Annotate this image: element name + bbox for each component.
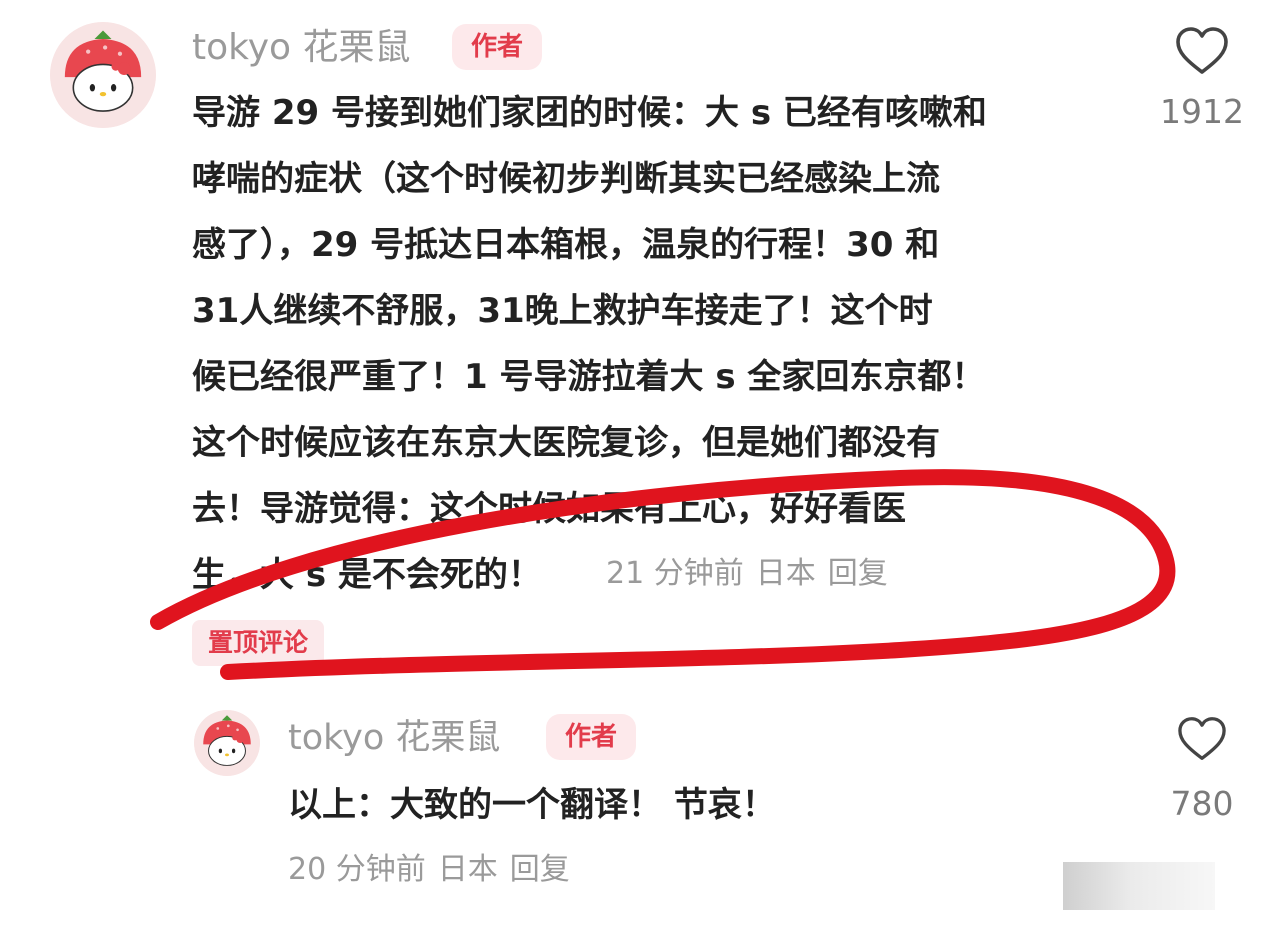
comment-line: 导游 29 号接到她们家团的时候：大 s 已经有咳嗽和 xyxy=(192,93,987,133)
avatar[interactable] xyxy=(50,22,156,128)
reply-button[interactable]: 回复 xyxy=(510,852,570,887)
comment-location: 日本 xyxy=(755,556,816,591)
reply-time: 20 分钟前 xyxy=(288,852,426,887)
comment-time: 21 分钟前 xyxy=(606,556,744,591)
pinned-comment-badge: 置顶评论 xyxy=(192,620,325,666)
comment-username[interactable]: tokyo 花栗鼠 xyxy=(192,26,410,70)
heart-outline-icon[interactable] xyxy=(1174,26,1230,76)
comment-line: 感了），29 号抵达日本箱根，温泉的行程！30 和 xyxy=(192,225,940,265)
comment-meta: 21 分钟前 日本 回复 xyxy=(606,552,900,596)
hello-kitty-avatar-icon xyxy=(194,710,260,776)
comment-line: 生，大 s 是不会死的！ xyxy=(192,555,542,595)
comment-line: 31人继续不舒服，31晚上救护车接走了！这个时 xyxy=(192,291,933,331)
reply-like-count: 780 xyxy=(1170,784,1234,823)
avatar[interactable] xyxy=(194,710,260,776)
reply-username[interactable]: tokyo 花栗鼠 xyxy=(288,716,500,760)
heart-outline-icon[interactable] xyxy=(1176,716,1228,762)
comment-line: 哮喘的症状（这个时候初步判断其实已经感染上流 xyxy=(192,159,940,199)
reply-meta: 20 分钟前 日本 回复 xyxy=(288,848,582,892)
reply-button[interactable]: 回复 xyxy=(828,556,888,591)
comment-line: 候已经很严重了！1 号导游拉着大 s 全家回东京都！ xyxy=(192,357,986,397)
author-badge: 作者 xyxy=(546,714,636,760)
comment-line: 去！导游觉得：这个时候如果有上心，好好看医 xyxy=(192,489,906,529)
blurred-area xyxy=(1063,862,1215,910)
comment-line: 这个时候应该在东京大医院复诊，但是她们都没有 xyxy=(192,423,940,463)
author-badge: 作者 xyxy=(452,24,542,70)
reply-text: 以上：大致的一个翻译！ 节哀！ xyxy=(288,785,776,825)
reply-location: 日本 xyxy=(437,852,498,887)
hello-kitty-avatar-icon xyxy=(50,22,156,128)
like-count: 1912 xyxy=(1160,92,1244,131)
